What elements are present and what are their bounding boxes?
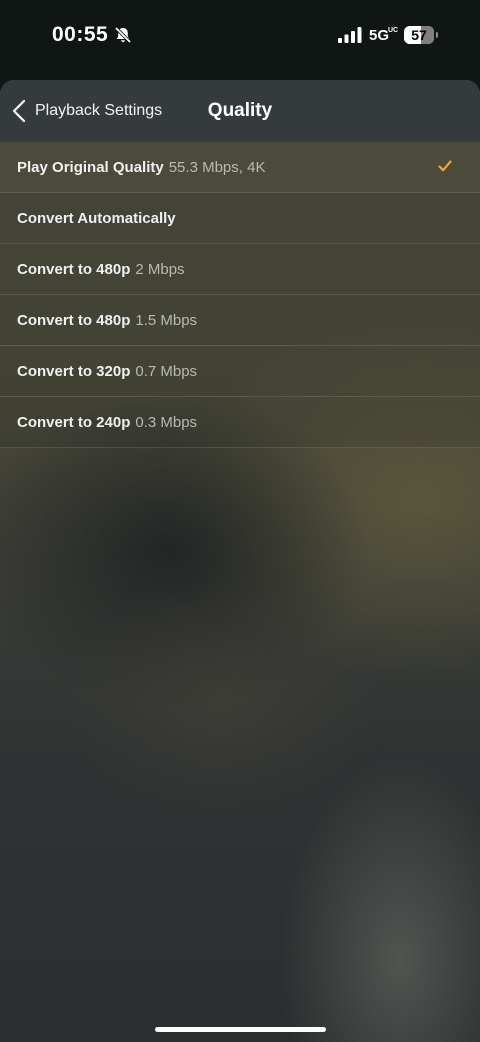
option-detail: 2 Mbps [135, 260, 185, 278]
bell-slash-icon [114, 26, 132, 44]
screen: 00:55 5G UC 57 Playback Settings Quality… [0, 0, 480, 1042]
checkmark-icon [438, 160, 452, 172]
option-row[interactable]: Play Original Quality 55.3 Mbps, 4K [0, 142, 480, 193]
option-row[interactable]: Convert to 240p 0.3 Mbps [0, 397, 480, 448]
quality-options-list: Play Original Quality 55.3 Mbps, 4K Conv… [0, 142, 480, 448]
battery-cap [436, 32, 438, 38]
option-row[interactable]: Convert to 480p 2 Mbps [0, 244, 480, 295]
nav-bar: Playback Settings Quality [0, 80, 480, 142]
option-detail: 55.3 Mbps, 4K [168, 158, 266, 176]
option-label: Convert to 480p [17, 311, 131, 329]
option-row[interactable]: Convert Automatically [0, 193, 480, 244]
option-label: Convert Automatically [17, 209, 176, 227]
signal-icon [338, 27, 362, 43]
option-row[interactable]: Convert to 320p 0.7 Mbps [0, 346, 480, 397]
option-label: Convert to 240p [17, 413, 131, 431]
status-time: 00:55 [52, 23, 109, 46]
network-sub-label: UC [388, 27, 399, 34]
option-detail: 0.7 Mbps [135, 362, 198, 380]
option-label: Convert to 320p [17, 362, 131, 380]
option-detail: 0.3 Mbps [135, 413, 198, 431]
option-detail: 1.5 Mbps [135, 311, 198, 329]
battery-indicator: 57 [404, 26, 434, 44]
page-title: Quality [207, 100, 273, 121]
home-indicator[interactable] [155, 1027, 326, 1032]
network-label: 5G [369, 27, 390, 44]
battery-percent: 57 [411, 27, 427, 43]
option-row[interactable]: Convert to 480p 1.5 Mbps [0, 295, 480, 346]
option-label: Convert to 480p [17, 260, 131, 278]
quality-sheet: Playback Settings Quality Play Original … [0, 80, 480, 1042]
status-bar: 00:55 5G UC 57 [0, 0, 480, 72]
option-label: Play Original Quality [17, 158, 164, 176]
